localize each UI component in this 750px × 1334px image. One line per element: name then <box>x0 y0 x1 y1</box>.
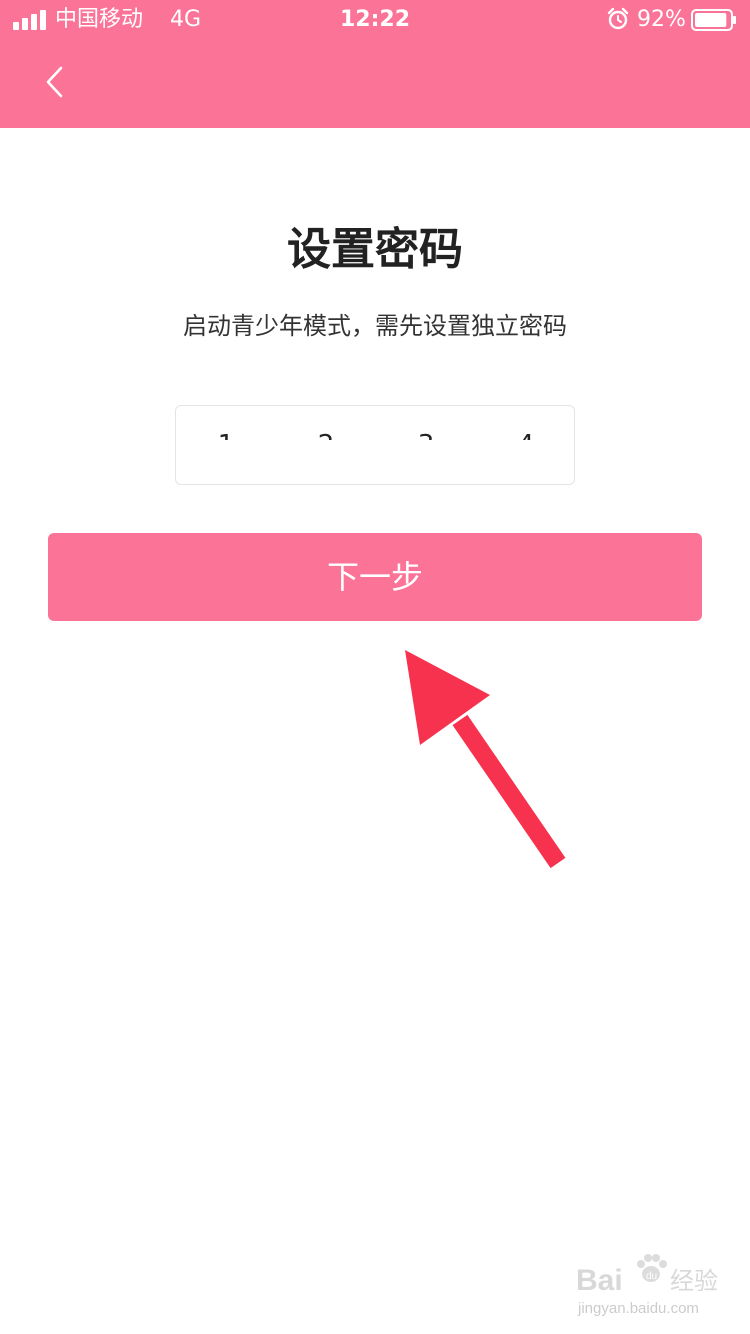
paw-icon: du <box>637 1254 667 1282</box>
baidu-watermark: Bai du 经验 jingyan.baidu.com <box>572 1252 732 1322</box>
next-step-button[interactable]: 下一步 <box>48 533 702 621</box>
back-button[interactable] <box>30 54 80 112</box>
watermark-logo-text: Bai <box>576 1264 623 1297</box>
battery-icon <box>691 9 736 31</box>
chevron-left-icon <box>46 66 63 98</box>
alarm-icon <box>607 7 629 30</box>
page-subtitle: 启动青少年模式，需先设置独立密码 <box>183 312 567 340</box>
page-title: 设置密码 <box>287 224 463 275</box>
top-header: 中国移动 4G 12:22 92% <box>0 0 750 128</box>
status-bar: 中国移动 4G 12:22 92% <box>0 0 750 40</box>
svg-text:du: du <box>646 1271 657 1282</box>
watermark-cn-text: 经验 <box>670 1267 718 1295</box>
red-arrow-icon <box>405 650 566 869</box>
watermark-url: jingyan.baidu.com <box>578 1300 699 1317</box>
password-input-box[interactable]: 1 2 3 4 <box>175 405 575 485</box>
battery-percent: 92% <box>637 7 686 32</box>
